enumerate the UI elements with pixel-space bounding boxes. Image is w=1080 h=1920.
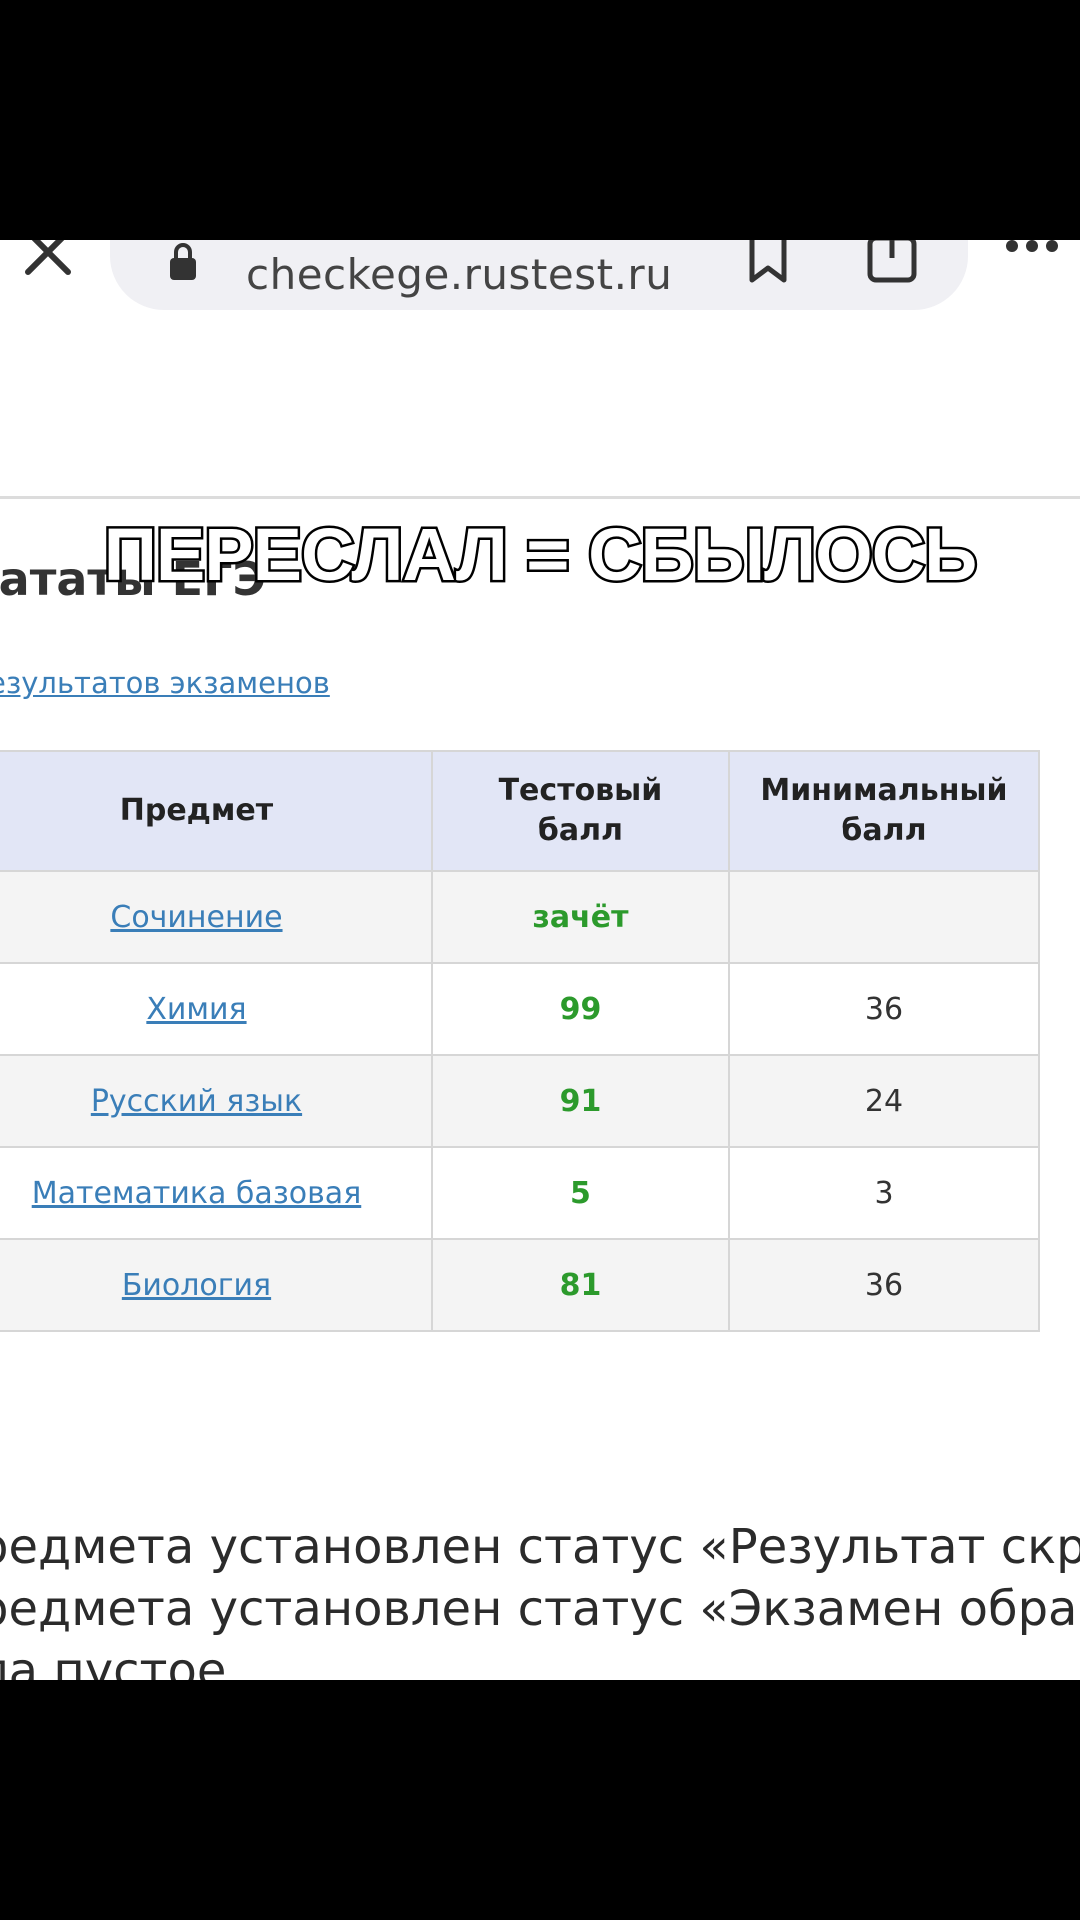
header-test-score: Тестовый балл	[430, 750, 730, 872]
header-score-line2: балл	[537, 813, 624, 848]
exam-results-link[interactable]: езультатов экзаменов	[0, 666, 330, 700]
min-score-cell: 24	[727, 1054, 1041, 1148]
subject-link[interactable]: Химия	[146, 992, 246, 1027]
subject-cell: Химия	[0, 962, 433, 1056]
table-row: Русский язык 91 24	[0, 1054, 1041, 1148]
header-min-score: Минимальный балл	[727, 750, 1041, 872]
score-cell: 81	[430, 1238, 730, 1332]
subject-link[interactable]: Математика базовая	[32, 1176, 362, 1211]
header-subject: Предмет	[0, 750, 433, 872]
score-cell: 99	[430, 962, 730, 1056]
browser-toolbar: checkege.rustest.ru	[0, 240, 1080, 380]
url-text[interactable]: checkege.rustest.ru	[246, 250, 672, 299]
header-score-line1: Тестовый	[498, 773, 663, 808]
content-divider	[0, 496, 1080, 499]
share-icon[interactable]	[866, 240, 918, 284]
score-cell: зачёт	[430, 870, 730, 964]
notes-line: редмета установлен статус «Результат скр…	[0, 1519, 1080, 1575]
screen: checkege.rustest.ru тататы ЕГЭ езультато…	[0, 240, 1080, 1680]
results-table: Предмет Тестовый балл Минимальный балл С…	[0, 750, 1041, 1332]
table-row: Биология 81 36	[0, 1238, 1041, 1332]
min-score-cell: 36	[727, 962, 1041, 1056]
notes-line: ла пустое	[0, 1643, 227, 1680]
address-bar[interactable]: checkege.rustest.ru	[110, 240, 968, 310]
close-icon[interactable]	[20, 240, 76, 280]
subject-cell: Русский язык	[0, 1054, 433, 1148]
lock-icon	[170, 243, 196, 280]
score-cell: 5	[430, 1146, 730, 1240]
table-header-row: Предмет Тестовый балл Минимальный балл	[0, 750, 1041, 872]
bookmark-icon[interactable]	[746, 240, 790, 284]
subject-link[interactable]: Биология	[122, 1268, 271, 1303]
table-row: Сочинение зачёт	[0, 870, 1041, 964]
notes-line: редмета установлен статус «Экзамен обраб…	[0, 1581, 1080, 1637]
subject-cell: Биология	[0, 1238, 433, 1332]
header-min-line1: Минимальный	[760, 773, 1008, 808]
subject-cell: Сочинение	[0, 870, 433, 964]
notes-section: : редмета установлен статус «Результат с…	[0, 1454, 1080, 1680]
table-row: Математика базовая 5 3	[0, 1146, 1041, 1240]
min-score-cell: 36	[727, 1238, 1041, 1332]
table-row: Химия 99 36	[0, 962, 1041, 1056]
subject-link[interactable]: Русский язык	[91, 1084, 302, 1119]
min-score-cell: 3	[727, 1146, 1041, 1240]
min-score-cell	[727, 870, 1041, 964]
header-min-line2: балл	[841, 813, 927, 848]
subject-link[interactable]: Сочинение	[110, 900, 282, 935]
notes-line: :	[0, 1454, 1080, 1516]
more-options-icon[interactable]	[1004, 240, 1060, 256]
subject-cell: Математика базовая	[0, 1146, 433, 1240]
score-cell: 91	[430, 1054, 730, 1148]
overlay-caption: ПЕРЕСЛАЛ = СБЫЛОСЬ	[101, 511, 980, 599]
